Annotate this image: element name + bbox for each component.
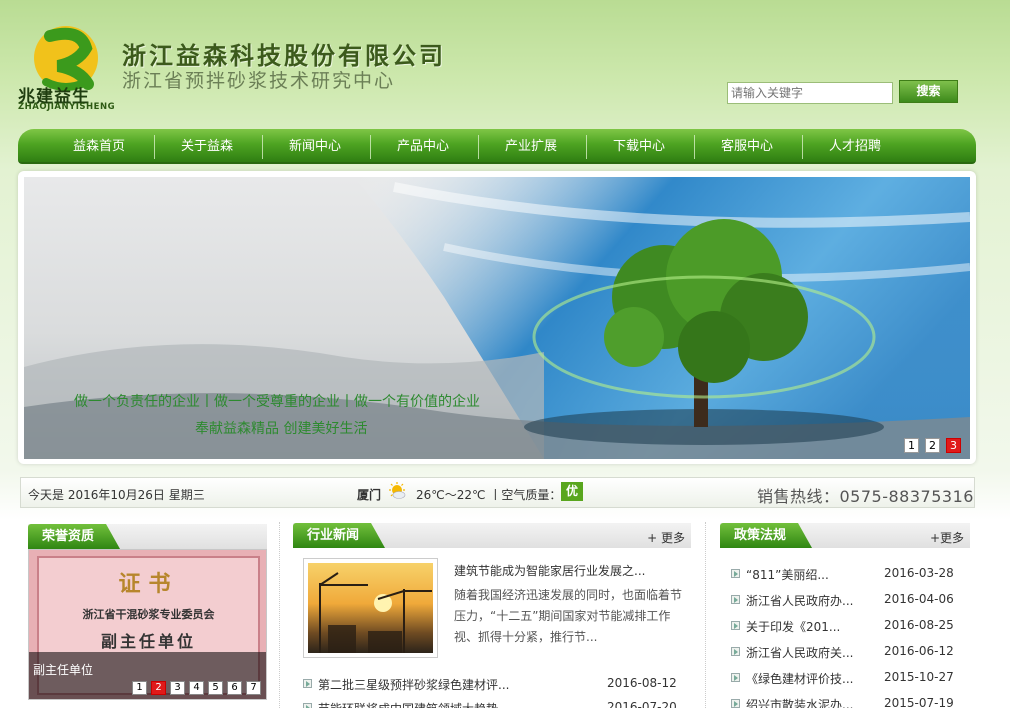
- banner-page-1[interactable]: 1: [904, 438, 919, 453]
- policy-title[interactable]: 政策法规: [720, 523, 812, 548]
- policy-more-link[interactable]: +更多: [930, 529, 964, 546]
- info-bar: 今天是 2016年10月26日 星期三 厦门 26℃～22℃ 丨空气质量： 优 …: [20, 477, 975, 508]
- nav-item-products[interactable]: 产品中心: [369, 129, 477, 164]
- column-divider: [705, 522, 706, 708]
- policy-row[interactable]: 《绿色建材评价技... 2015-10-27: [731, 670, 971, 688]
- honor-page-6[interactable]: 6: [227, 681, 242, 695]
- policy-row-title: 《绿色建材评价技...: [746, 672, 854, 686]
- policy-row[interactable]: 浙江省人民政府办... 2016-04-06: [731, 592, 971, 610]
- bullet-arrow-icon: [731, 673, 740, 682]
- news-row-title: 第二批三星级预拌砂浆绿色建材评...: [318, 678, 510, 692]
- honor-page-3[interactable]: 3: [170, 681, 185, 695]
- honor-page-4[interactable]: 4: [189, 681, 204, 695]
- policy-row-date: 2016-08-25: [884, 618, 954, 632]
- bullet-arrow-icon: [731, 647, 740, 656]
- nav-item-careers[interactable]: 人才招聘: [801, 129, 909, 164]
- news-row-title: 节能环联将成中国建筑领域大趋势...: [318, 700, 509, 708]
- nav-item-service[interactable]: 客服中心: [693, 129, 801, 164]
- certificate-org: 浙江省干混砂浆专业委员会: [82, 608, 215, 621]
- logo-subtext: ZHAOJIANYISHENG: [18, 102, 116, 112]
- policy-row-title: 浙江省人民政府关...: [746, 646, 854, 660]
- policy-row[interactable]: 关于印发《201... 2016-08-25: [731, 618, 971, 636]
- company-subtitle: 浙江省预拌砂浆技术研究中心: [122, 70, 396, 92]
- nav-item-home[interactable]: 益森首页: [45, 129, 153, 164]
- nav-item-industry[interactable]: 产业扩展: [477, 129, 585, 164]
- policy-row-title: 绍兴市散装水泥办...: [746, 698, 854, 708]
- featured-news-summary: 随着我国经济迅速发展的同时，也面临着节压力，“十二五”期间国家对节能减排工作视、…: [454, 588, 683, 644]
- certificate-title: 证书: [118, 571, 179, 597]
- hero-banner[interactable]: 做一个负责任的企业丨做一个受尊重的企业丨做一个有价值的企业 奉献益森精品 创建美…: [24, 177, 970, 459]
- policy-row-title: “811”美丽绍...: [746, 568, 829, 582]
- news-thumbnail[interactable]: [303, 558, 438, 658]
- news-row[interactable]: 节能环联将成中国建筑领域大趋势... 2016-07-20: [303, 700, 693, 708]
- policy-row-date: 2016-04-06: [884, 592, 954, 606]
- honors-title[interactable]: 荣誉资质: [28, 524, 120, 549]
- honor-page-2[interactable]: 2: [151, 681, 166, 695]
- search-input[interactable]: [727, 82, 893, 104]
- honor-certificate-slide[interactable]: 证书 浙江省干混砂浆专业委员会 副主任单位 副主任单位 1 2 3 4 5 6 …: [28, 549, 267, 700]
- nav-item-downloads[interactable]: 下载中心: [585, 129, 693, 164]
- sales-hotline: 销售热线：0575-88375316: [757, 487, 974, 506]
- policy-header: 政策法规 +更多: [720, 523, 970, 548]
- honor-page-1[interactable]: 1: [132, 681, 147, 695]
- main-nav: 益森首页 关于益森 新闻中心 产品中心 产业扩展 下载中心 客服中心 人才招聘: [18, 129, 976, 164]
- banner-slogan: 做一个负责任的企业丨做一个受尊重的企业丨做一个有价值的企业: [74, 394, 480, 410]
- policy-row-date: 2016-03-28: [884, 566, 954, 580]
- crane-silhouette-icon: [319, 572, 432, 653]
- news-title[interactable]: 行业新闻: [293, 523, 385, 548]
- tree-illustration-icon: [24, 177, 970, 459]
- construction-sunset-image: [308, 563, 433, 653]
- bullet-arrow-icon: [731, 569, 740, 578]
- news-more-link[interactable]: + 更多: [647, 529, 685, 546]
- column-divider: [279, 522, 280, 708]
- temperature-value: 26℃～22℃: [416, 488, 486, 502]
- banner-page-3[interactable]: 3: [946, 438, 961, 453]
- honor-caption: 副主任单位: [33, 663, 94, 677]
- featured-news-title[interactable]: 建筑节能成为智能家居行业发展之...: [454, 562, 645, 579]
- bullet-arrow-icon: [303, 679, 312, 688]
- air-quality-badge: 优: [561, 482, 583, 501]
- weather-temperature: 26℃～22℃ 丨空气质量：: [416, 486, 561, 503]
- nav-item-news[interactable]: 新闻中心: [261, 129, 369, 164]
- policy-row-date: 2015-10-27: [884, 670, 954, 684]
- bullet-arrow-icon: [303, 703, 312, 708]
- honor-page-5[interactable]: 5: [208, 681, 223, 695]
- policy-row-date: 2015-07-19: [884, 696, 954, 708]
- policy-row-title: 浙江省人民政府办...: [746, 594, 854, 608]
- honor-page-7[interactable]: 7: [246, 681, 261, 695]
- banner-tagline: 奉献益森精品 创建美好生活: [195, 421, 368, 437]
- bullet-arrow-icon: [731, 699, 740, 708]
- policy-row[interactable]: “811”美丽绍... 2016-03-28: [731, 566, 971, 584]
- certificate-rank: 副主任单位: [100, 632, 196, 651]
- policy-row[interactable]: 浙江省人民政府关... 2016-06-12: [731, 644, 971, 662]
- policy-row-date: 2016-06-12: [884, 644, 954, 658]
- news-row-date: 2016-08-12: [607, 676, 677, 690]
- air-quality-label: 丨空气质量：: [489, 488, 562, 502]
- honors-header: 荣誉资质: [28, 524, 267, 549]
- nav-item-about[interactable]: 关于益森: [153, 129, 261, 164]
- sunny-cloudy-icon: [389, 482, 406, 499]
- bullet-arrow-icon: [731, 595, 740, 604]
- search-button[interactable]: 搜索: [899, 80, 958, 103]
- banner-page-2[interactable]: 2: [925, 438, 940, 453]
- bullet-arrow-icon: [731, 621, 740, 630]
- news-header: 行业新闻 + 更多: [293, 523, 691, 548]
- news-row-date: 2016-07-20: [607, 700, 677, 708]
- news-row[interactable]: 第二批三星级预拌砂浆绿色建材评... 2016-08-12: [303, 676, 693, 694]
- policy-row-title: 关于印发《201...: [746, 620, 841, 634]
- current-date: 今天是 2016年10月26日 星期三: [28, 488, 205, 502]
- policy-row[interactable]: 绍兴市散装水泥办... 2015-07-19: [731, 696, 971, 708]
- weather-city: 厦门: [357, 488, 382, 502]
